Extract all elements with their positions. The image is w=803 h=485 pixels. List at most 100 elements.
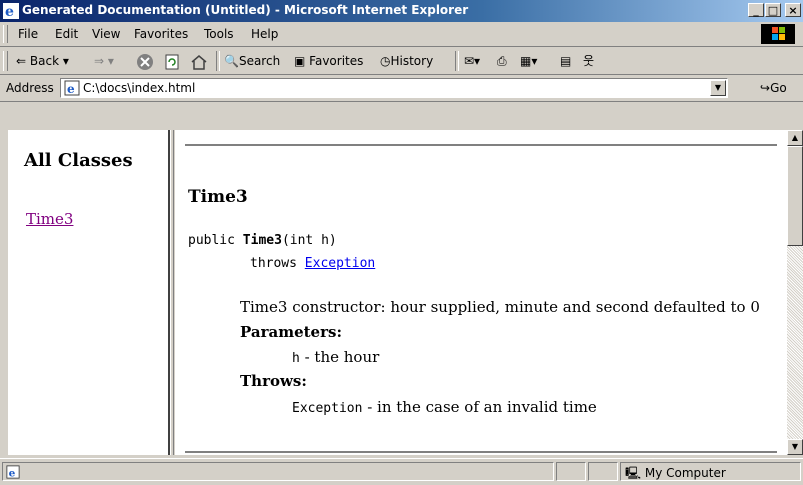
- exception-desc: - in the case of an invalid time: [362, 398, 597, 416]
- search-label: Search: [238, 54, 281, 68]
- svg-text:e: e: [9, 467, 16, 479]
- exception-link[interactable]: Exception: [305, 256, 375, 271]
- menu-favorites[interactable]: Favorites: [134, 27, 188, 41]
- favorites-icon: ▣: [294, 54, 306, 68]
- mail-icon: ✉▾: [464, 54, 481, 68]
- zone-indicator: 🖳 My Computer: [625, 464, 726, 485]
- menu-grip: [3, 25, 8, 43]
- svg-text:e: e: [67, 82, 75, 96]
- sig-prefix: public: [188, 233, 243, 248]
- exception-name: Exception: [292, 401, 363, 416]
- throws-keyword: throws: [250, 256, 305, 271]
- sig-name: Time3: [242, 233, 282, 248]
- zone-label: My Computer: [644, 466, 726, 480]
- status-pane-progress: [556, 462, 586, 481]
- toolbar-separator: [216, 51, 220, 71]
- close-button[interactable]: ×: [785, 3, 801, 17]
- windows-logo-icon: [761, 24, 795, 44]
- mail-button[interactable]: ✉▾: [464, 51, 480, 71]
- edit-button[interactable]: ▦▾: [520, 51, 537, 71]
- stop-button[interactable]: [136, 51, 154, 71]
- address-label: Address: [6, 81, 54, 95]
- menu-edit[interactable]: Edit: [55, 27, 78, 41]
- history-icon: ◷: [380, 54, 391, 68]
- go-button[interactable]: ↪Go: [760, 81, 787, 95]
- exception-row: Exception - in the case of an invalid ti…: [292, 398, 597, 416]
- parameter-row: h - the hour: [292, 348, 379, 366]
- all-classes-heading: All Classes: [24, 150, 133, 171]
- menu-help[interactable]: Help: [251, 27, 278, 41]
- vertical-scrollbar[interactable]: ▲ ▼: [787, 130, 803, 455]
- status-bar: e 🖳 My Computer: [0, 458, 803, 484]
- refresh-icon: [165, 54, 179, 69]
- status-message-pane: e: [2, 462, 554, 481]
- back-label: Back: [29, 54, 60, 68]
- favorites-label: Favorites: [309, 54, 364, 68]
- class-list-frame: All Classes Time3: [8, 130, 170, 455]
- word-edit-icon: ▦▾: [520, 54, 538, 68]
- go-arrow-icon: ↪: [760, 81, 771, 95]
- stop-icon: [137, 53, 153, 70]
- ie-logo-icon: e: [3, 3, 19, 19]
- forward-dropdown-icon: ▾: [107, 54, 114, 68]
- history-label: History: [390, 54, 434, 68]
- forward-arrow-icon: ⇒: [94, 54, 105, 68]
- toolbar-grip: [3, 51, 8, 71]
- parameters-label: Parameters:: [240, 323, 342, 341]
- doc-frame: Time3 public Time3(int h) throws Excepti…: [175, 130, 787, 455]
- discuss-button[interactable]: ▤: [560, 51, 571, 71]
- standard-toolbar: ⇐ Back ▾ ⇒ ▾ 🔍Search ▣ Favorites ◷Histor…: [0, 47, 803, 75]
- minimize-button[interactable]: _: [748, 3, 764, 17]
- toolbar-separator: [455, 51, 459, 71]
- menu-tools[interactable]: Tools: [204, 27, 234, 41]
- throws-label: Throws:: [240, 372, 307, 390]
- messenger-button[interactable]: 웃: [583, 51, 594, 71]
- address-dropdown-button[interactable]: ▼: [710, 80, 726, 96]
- favorites-button[interactable]: ▣ Favorites: [294, 51, 363, 71]
- address-bar: Address e C:\docs\index.html ▼ ↪Go: [0, 75, 803, 102]
- go-label: Go: [770, 81, 787, 95]
- scroll-down-button[interactable]: ▼: [787, 439, 803, 455]
- scroll-up-button[interactable]: ▲: [787, 130, 803, 146]
- constructor-description: Time3 constructor: hour supplied, minute…: [240, 298, 760, 316]
- constructor-heading: Time3: [188, 187, 248, 207]
- messenger-icon: 웃: [583, 54, 595, 68]
- throws-clause: throws Exception: [250, 256, 375, 271]
- refresh-button[interactable]: [163, 51, 181, 71]
- address-value: C:\docs\index.html: [83, 81, 196, 95]
- menu-view[interactable]: View: [92, 27, 120, 41]
- maximize-button[interactable]: □: [765, 3, 781, 17]
- status-pane-security: [588, 462, 618, 481]
- down-arrow-icon: ▼: [791, 442, 799, 451]
- back-button[interactable]: ⇐ Back ▾: [16, 51, 69, 71]
- history-button[interactable]: ◷History: [380, 51, 433, 71]
- forward-button[interactable]: ⇒ ▾: [94, 51, 114, 71]
- svg-text:e: e: [5, 4, 14, 19]
- print-icon: ⎙: [497, 54, 507, 68]
- scroll-thumb[interactable]: [787, 146, 803, 246]
- title-bar[interactable]: e Generated Documentation (Untitled) - M…: [0, 0, 803, 22]
- up-arrow-icon: ▲: [791, 133, 799, 142]
- home-button[interactable]: [190, 51, 208, 71]
- home-icon: [191, 54, 207, 70]
- menu-file[interactable]: File: [18, 27, 38, 41]
- my-computer-icon: 🖳: [625, 466, 642, 480]
- print-button[interactable]: ⎙: [497, 51, 507, 71]
- viewport-border: [0, 122, 803, 128]
- back-dropdown-icon: ▾: [62, 54, 69, 68]
- back-arrow-icon: ⇐: [16, 54, 27, 68]
- class-link-time3[interactable]: Time3: [26, 210, 73, 228]
- page-status-icon: e: [6, 465, 20, 479]
- search-icon: 🔍: [224, 54, 239, 68]
- frame-splitter[interactable]: [170, 130, 174, 455]
- window-title: Generated Documentation (Untitled) - Mic…: [22, 3, 469, 17]
- page-icon: e: [64, 80, 80, 96]
- search-button[interactable]: 🔍Search: [224, 51, 280, 71]
- param-desc: - the hour: [299, 348, 380, 366]
- top-divider: [185, 144, 777, 146]
- bottom-divider: [185, 451, 777, 453]
- discuss-icon: ▤: [560, 54, 572, 68]
- sig-args: (int h): [281, 233, 337, 248]
- param-name: h: [292, 351, 300, 366]
- address-input[interactable]: e C:\docs\index.html ▼: [60, 78, 728, 98]
